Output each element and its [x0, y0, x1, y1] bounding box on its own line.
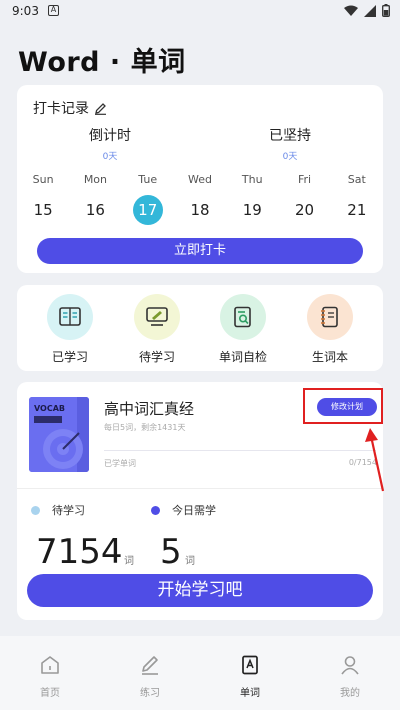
progress-label: 已学单词 [104, 459, 136, 468]
tab-practice[interactable]: 练习 [100, 636, 200, 710]
pending-count: 7154 [36, 532, 123, 572]
tab-label: 首页 [40, 688, 60, 699]
day-fri[interactable]: Fri 20 [278, 173, 330, 225]
week-row: Sun 15 Mon 16 Tue 17 Wed 18 Thu 19 Fri 20 Sat 2… [17, 173, 383, 225]
checkin-card: 打卡记录 倒计时 0天 已坚持 0天 Sun 15 Mon 16 Tue 17 Wed… [17, 85, 383, 273]
day-name: Thu [241, 173, 263, 186]
legend-dot-today [151, 505, 160, 515]
day-tue[interactable]: Tue 17 [122, 173, 174, 225]
notification-icon: A [48, 5, 59, 16]
book-cover-text: VOCAB [34, 404, 66, 413]
day-name: Sun [32, 173, 54, 186]
countdown-block: 倒计时 0天 [50, 125, 170, 162]
countdown-value: 0天 [102, 152, 118, 162]
day-number: 15 [33, 201, 53, 219]
day-name: Tue [138, 173, 158, 186]
legend-today-label: 今日需学 [172, 504, 216, 517]
today-unit: 词 [185, 556, 195, 567]
tab-label: 练习 [140, 688, 160, 699]
edit-plan-button[interactable]: 修改计划 [317, 398, 377, 416]
tool-label: 已学习 [51, 350, 88, 364]
search-doc-icon [220, 294, 266, 340]
divider [17, 488, 383, 489]
tool-label: 单词自检 [218, 350, 267, 364]
pencil-icon [142, 656, 158, 675]
battery-icon [382, 4, 390, 17]
streak-block: 已坚持 0天 [230, 125, 350, 162]
tool-label: 生词本 [311, 350, 348, 364]
word-icon [242, 655, 258, 675]
status-time: 9:03 [12, 4, 39, 18]
tool-self-check[interactable]: 单词自检 [203, 294, 283, 365]
progress-bar [104, 450, 376, 451]
day-name: Wed [187, 173, 212, 186]
checkin-header[interactable]: 打卡记录 [33, 98, 107, 118]
legend-dot-pending [31, 505, 40, 515]
tab-home[interactable]: 首页 [0, 636, 100, 710]
pending-unit: 词 [124, 556, 134, 567]
book-cover-tag [34, 416, 62, 423]
status-bar: 9:03 A [0, 0, 400, 24]
today-day-number: 17 [132, 195, 163, 225]
day-number: 16 [85, 201, 105, 219]
day-number: 19 [242, 201, 262, 219]
home-icon [41, 656, 59, 674]
tab-label: 我的 [340, 688, 360, 699]
tool-pending[interactable]: 待学习 [117, 294, 197, 365]
tools-card: 已学习 待学习 单词自检 生词本 [17, 285, 383, 371]
wifi-icon [344, 5, 358, 16]
tool-label: 待学习 [138, 350, 175, 364]
day-name: Mon [83, 173, 108, 186]
book-cover[interactable]: VOCAB [29, 397, 89, 472]
user-icon [341, 656, 359, 675]
streak-label: 已坚持 [269, 128, 311, 144]
plan-card: VOCAB 高中词汇真经 每日5词，剩余1431天 修改计划 已学单词 0/71… [17, 382, 383, 620]
status-icons [344, 4, 390, 17]
day-wed[interactable]: Wed 18 [174, 173, 226, 225]
day-number: 20 [295, 201, 315, 219]
day-number: 18 [190, 201, 210, 219]
edit-icon[interactable] [94, 102, 107, 115]
legend-pending: 待学习 [31, 502, 85, 518]
today-count: 5 [160, 532, 182, 572]
day-thu[interactable]: Thu 19 [226, 173, 278, 225]
legend-pending-label: 待学习 [52, 504, 85, 517]
monitor-icon [134, 294, 180, 340]
book-title: 高中词汇真经 [104, 400, 195, 418]
day-mon[interactable]: Mon 16 [69, 173, 121, 225]
tool-vocab-book[interactable]: 生词本 [290, 294, 370, 365]
legend-today: 今日需学 [151, 502, 216, 518]
day-sat[interactable]: Sat 21 [331, 173, 383, 225]
signal-icon [364, 4, 376, 17]
countdown-label: 倒计时 [89, 128, 131, 144]
book-subtitle: 每日5词，剩余1431天 [104, 423, 186, 432]
checkin-button[interactable]: 立即打卡 [37, 238, 363, 264]
start-learning-button[interactable]: 开始学习吧 [27, 574, 373, 607]
day-name: Fri [297, 173, 312, 186]
notebook-icon [307, 294, 353, 340]
book-icon [47, 294, 93, 340]
tool-learned[interactable]: 已学习 [30, 294, 110, 365]
tab-label: 单词 [240, 688, 260, 699]
page-title: Word · 单词 [18, 47, 186, 78]
bottom-tab-bar: 首页 练习 单词 我的 [0, 636, 400, 710]
day-sun[interactable]: Sun 15 [17, 173, 69, 225]
day-name: Sat [347, 173, 366, 186]
tab-words[interactable]: 单词 [200, 636, 300, 710]
checkin-title: 打卡记录 [33, 101, 89, 117]
day-number: 21 [347, 201, 367, 219]
tab-profile[interactable]: 我的 [300, 636, 400, 710]
annotation-arrow-icon [365, 428, 385, 492]
streak-value: 0天 [282, 152, 298, 162]
